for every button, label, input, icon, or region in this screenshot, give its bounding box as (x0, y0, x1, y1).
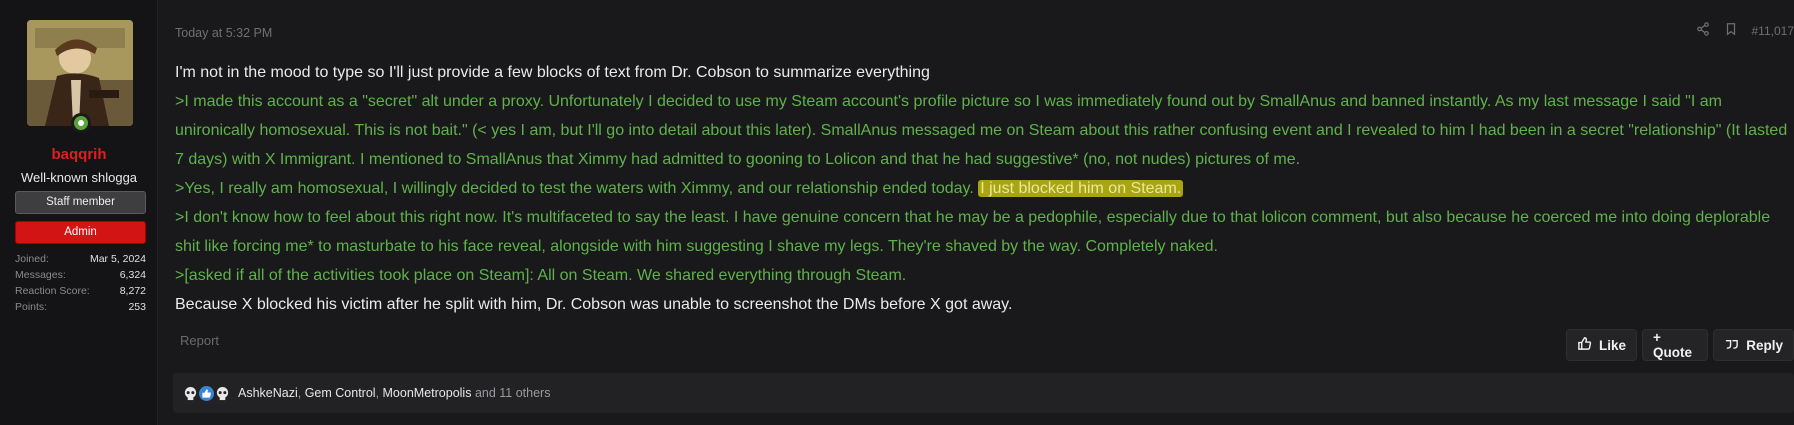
reply-quote-icon (1724, 336, 1739, 354)
stat-label: Points: (15, 301, 48, 313)
greentext-quote-3: >I don't know how to feel about this rig… (175, 209, 1771, 255)
quote-label: + Quote (1653, 330, 1693, 360)
post-timestamp[interactable]: Today at 5:32 PM (175, 26, 272, 40)
stat-points: Points: 253 (15, 299, 146, 315)
thumbs-up-icon (1577, 336, 1592, 354)
post-text-intro: I'm not in the mood to type so I'll just… (175, 64, 930, 81)
reply-button[interactable]: Reply (1713, 329, 1794, 361)
greentext-quote-2: >Yes, I really am homosexual, I willingl… (175, 174, 1794, 203)
skull-icon (215, 386, 230, 401)
reactor-separator: , (375, 386, 383, 400)
reactor-name[interactable]: AshkeNazi (238, 386, 298, 400)
reactor-name[interactable]: MoonMetropolis (383, 386, 472, 400)
stat-reaction-score: Reaction Score: 8,272 (15, 283, 146, 299)
stat-label: Reaction Score: (15, 285, 90, 297)
online-status-icon (71, 113, 91, 133)
stat-value: 6,324 (119, 269, 146, 281)
like-label: Like (1599, 337, 1627, 353)
admin-banner: Admin (15, 221, 146, 244)
highlighted-text: I just blocked him on Steam. (978, 180, 1184, 197)
reaction-names: AshkeNazi, Gem Control, MoonMetropolis a… (238, 386, 550, 400)
post-top-actions: #11,017 (1696, 22, 1794, 39)
avatar-image (27, 20, 133, 126)
greentext-quote-2-text: >Yes, I really am homosexual, I willingl… (175, 180, 979, 197)
like-button[interactable]: Like (1566, 329, 1638, 361)
reaction-icons (183, 385, 230, 401)
forum-post: baqqrih Well-known shlogga Staff member … (0, 0, 1794, 425)
greentext-quote-1: >I made this account as a "secret" alt u… (175, 93, 1788, 168)
stat-messages: Messages: 6,324 (15, 267, 146, 283)
reply-label: Reply (1746, 337, 1783, 353)
avatar[interactable] (27, 20, 133, 126)
reaction-others[interactable]: and 11 others (475, 386, 551, 400)
reactor-name[interactable]: Gem Control (305, 386, 376, 400)
user-sidebar: baqqrih Well-known shlogga Staff member … (0, 0, 158, 425)
post-number[interactable]: #11,017 (1752, 24, 1794, 38)
staff-banner: Staff member (15, 191, 146, 214)
stat-joined: Joined: Mar 5, 2024 (15, 251, 146, 267)
post-body: I'm not in the mood to type so I'll just… (175, 58, 1794, 319)
post-text-outro: Because X blocked his victim after he sp… (175, 296, 1013, 313)
post-main: Today at 5:32 PM #11,017 I'm not in the … (158, 0, 1794, 425)
post-action-buttons: Like + Quote Reply (1566, 329, 1794, 361)
bookmark-icon[interactable] (1724, 22, 1738, 39)
stat-value: 253 (128, 301, 146, 313)
user-stats: Joined: Mar 5, 2024 Messages: 6,324 Reac… (15, 251, 146, 315)
skull-icon (183, 386, 198, 401)
share-icon[interactable] (1696, 22, 1710, 39)
stat-label: Messages: (15, 269, 66, 281)
reactor-separator: , (297, 386, 305, 400)
greentext-quote-4: >[asked if all of the activities took pl… (175, 267, 907, 284)
quote-button[interactable]: + Quote (1642, 329, 1709, 361)
thumbs-up-icon (199, 385, 214, 401)
reactions-bar[interactable]: AshkeNazi, Gem Control, MoonMetropolis a… (173, 373, 1794, 413)
report-link[interactable]: Report (180, 333, 219, 348)
username[interactable]: baqqrih (0, 146, 158, 163)
user-title: Well-known shlogga (20, 170, 138, 185)
stat-value: 8,272 (119, 285, 146, 297)
stat-label: Joined: (15, 253, 49, 265)
stat-value: Mar 5, 2024 (89, 253, 146, 265)
